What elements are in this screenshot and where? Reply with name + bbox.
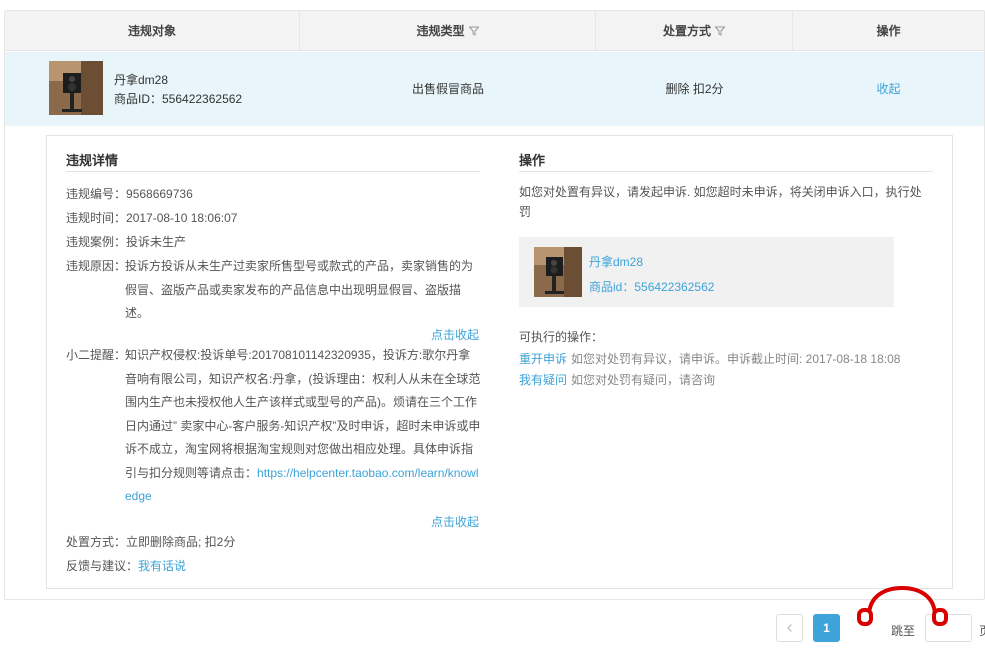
tip-text: 知识产权侵权:投诉单号:201708101142320935，投诉方:歌尔丹拿音… [125, 348, 481, 480]
operation-title: 操作 [519, 153, 546, 168]
filter-icon[interactable] [715, 26, 725, 36]
prev-page-button[interactable] [776, 614, 803, 642]
operation-product-name[interactable]: 丹拿dm28 [589, 253, 643, 270]
violation-reason: 投诉方投诉从未生产过卖家所售型号或款式的产品，卖家销售的为假冒、盗版产品或卖家发… [125, 259, 474, 320]
detail-panel: 违规详情 违规编号：9568669736 违规时间：2017-08-10 18:… [46, 135, 953, 589]
operation-product-id[interactable]: 商品id：556422362562 [589, 278, 714, 295]
col-header-object-label: 违规对象 [127, 24, 176, 38]
col-header-type[interactable]: 违规类型 [300, 11, 596, 51]
disposal-row: 处置方式：立即删除商品; 扣2分 [66, 530, 235, 554]
question-link[interactable]: 我有疑问 [519, 373, 567, 387]
tip-text-block: 知识产权侵权:投诉单号:201708101142320935，投诉方:歌尔丹拿音… [125, 344, 481, 509]
product-thumbnail[interactable] [49, 61, 103, 115]
page-suffix-label: 页 [979, 622, 985, 639]
violation-number-label: 违规编号： [66, 187, 127, 201]
violation-table: 违规对象 违规类型 处置方式 操作 丹拿dm28 商品ID：5564223625… [4, 10, 985, 600]
table-header: 违规对象 违规类型 处置方式 操作 [5, 11, 984, 51]
operation-divider [519, 171, 933, 172]
violation-number: 9568669736 [126, 187, 193, 201]
feedback-row: 反馈与建议：我有话说 [66, 554, 186, 578]
page-button-current[interactable]: 1 [813, 614, 840, 642]
available-operations-label: 可执行的操作： [519, 330, 604, 344]
violation-type: 出售假冒商品 [411, 82, 484, 96]
detail-title: 违规详情 [66, 153, 119, 168]
col-header-operation: 操作 [793, 11, 984, 51]
product-id: 商品ID：556422362562 [114, 92, 243, 106]
tip-label: 小二提醒： [66, 348, 127, 362]
violation-time-label: 违规时间： [66, 211, 127, 225]
disposal-method: 删除 扣2分 [665, 82, 724, 96]
filter-icon[interactable] [468, 26, 479, 36]
col-header-disposal-label: 处置方式 [662, 24, 711, 38]
product-thumbnail[interactable] [534, 247, 582, 297]
question-description: 如您对处罚有疑问，请咨询 [571, 373, 716, 387]
violation-time-row: 违规时间：2017-08-10 18:06:07 [66, 206, 237, 230]
col-header-disposal[interactable]: 处置方式 [596, 11, 793, 51]
col-header-type-label: 违规类型 [416, 24, 465, 38]
violation-case: 投诉未生产 [126, 235, 187, 249]
violation-time: 2017-08-10 18:06:07 [126, 211, 238, 225]
reopen-appeal-link[interactable]: 重开申诉 [519, 352, 567, 366]
question-row: 我有疑问 如您对处罚有疑问，请咨询 [519, 371, 715, 388]
col-header-operation-label: 操作 [876, 24, 901, 38]
operation-product-card: 丹拿dm28 商品id：556422362562 [519, 237, 894, 307]
disposal-label: 处置方式： [66, 535, 127, 549]
product-name: 丹拿dm28 [114, 73, 169, 87]
violation-reason-label: 违规原因： [66, 259, 127, 273]
collapse-reason-link[interactable]: 点击收起 [431, 326, 479, 343]
col-header-object: 违规对象 [5, 11, 300, 51]
headphone-watermark-icon [857, 586, 948, 626]
collapse-tip-link[interactable]: 点击收起 [431, 513, 479, 530]
collapse-link[interactable]: 收起 [876, 82, 900, 96]
operation-description: 如您对处置有异议，请发起申诉. 如您超时未申诉，将关闭申诉入口，执行处罚 [519, 185, 922, 219]
violation-case-row: 违规案例：投诉未生产 [66, 230, 186, 254]
violation-number-row: 违规编号：9568669736 [66, 182, 193, 206]
violation-case-label: 违规案例： [66, 235, 127, 249]
detail-divider [66, 171, 480, 172]
chevron-left-icon [786, 624, 792, 632]
feedback-link[interactable]: 我有话说 [138, 559, 186, 573]
appeal-row: 重开申诉 如您对处罚有异议，请申诉。申诉截止时间: 2017-08-18 18:0… [519, 350, 900, 367]
feedback-label: 反馈与建议： [66, 559, 139, 573]
table-row: 丹拿dm28 商品ID：556422362562 出售假冒商品 删除 扣2分 收… [5, 52, 984, 126]
disposal-value: 立即删除商品; 扣2分 [126, 535, 236, 549]
appeal-description: 如您对处罚有异议，请申诉。申诉截止时间: 2017-08-18 18:08 [571, 352, 901, 366]
